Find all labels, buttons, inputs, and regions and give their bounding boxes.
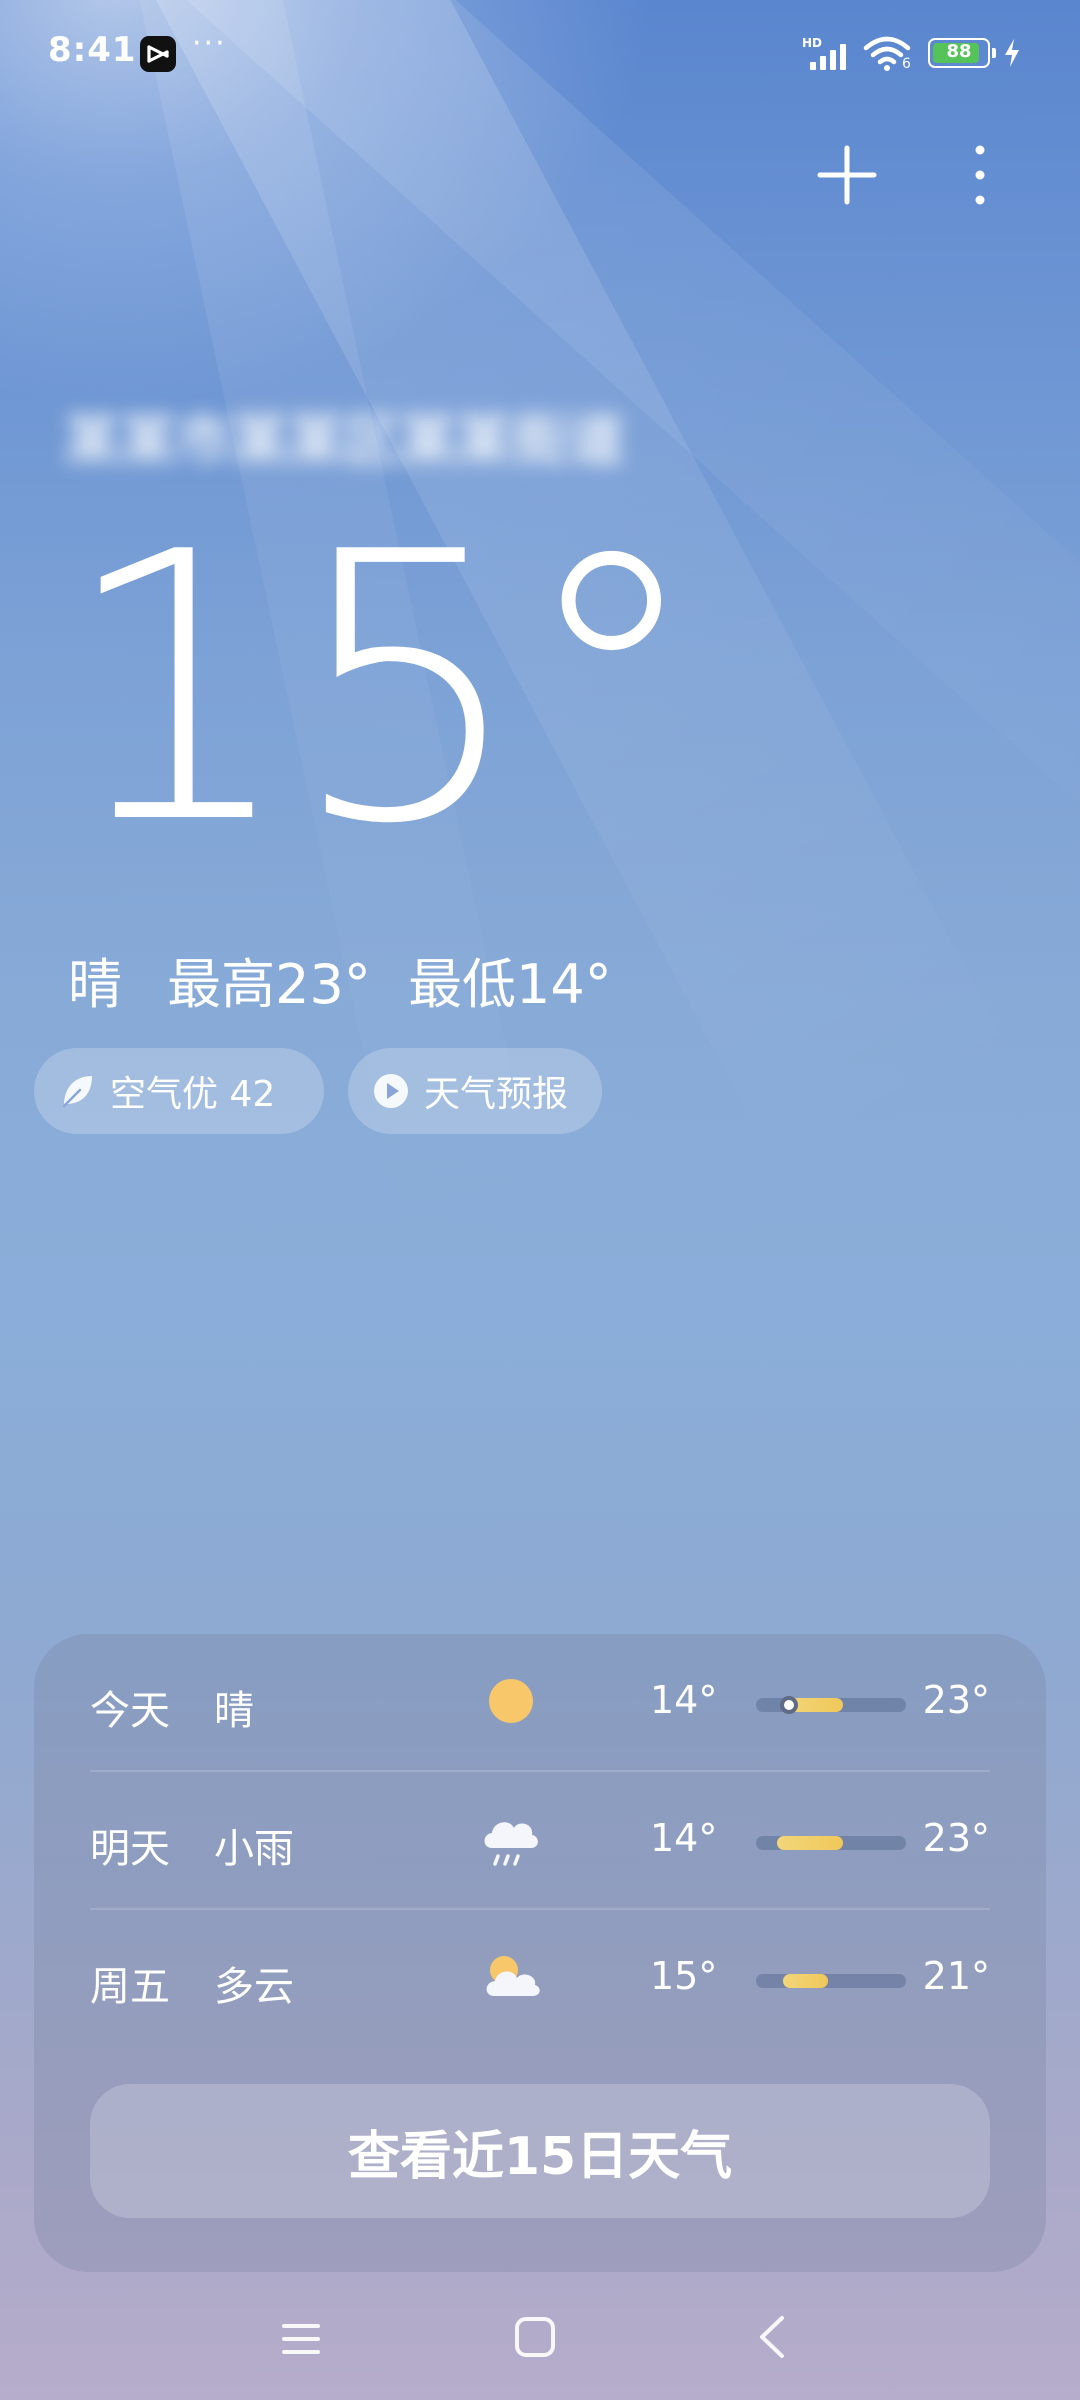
forecast-low: 15° [650, 1954, 718, 1998]
play-icon [374, 1074, 408, 1108]
temperature-range-bar [756, 1696, 906, 1714]
temperature-range-fill [783, 1974, 828, 1988]
condition-summary: 晴 最高23° 最低14° [68, 940, 640, 1019]
current-temperature-marker [780, 1696, 798, 1714]
today-high: 最高23° [167, 953, 371, 1016]
cellular-signal-icon [810, 44, 846, 70]
weather-forecast-label: 天气预报 [424, 1074, 569, 1115]
battery-icon: 88 [928, 38, 990, 68]
charging-bolt-icon [1005, 39, 1019, 67]
forecast-condition: 小雨 [214, 1826, 294, 1872]
forecast-high: 23° [922, 1816, 990, 1860]
location-name[interactable]: 某某市某某区某某街道 [64, 396, 624, 477]
current-condition: 晴 [68, 953, 122, 1016]
weather-screen: 8:41 ··· HD 6 88 某某市某某区某某街道 15° 晴 最高23° … [0, 0, 1080, 2400]
forecast-condition: 多云 [214, 1964, 294, 2010]
back-icon[interactable] [752, 2312, 792, 2362]
forecast-day: 明天 [90, 1826, 170, 1872]
recent-apps-icon[interactable] [278, 2316, 324, 2362]
system-navigation-bar [0, 2280, 1080, 2400]
today-low: 最低14° [408, 953, 612, 1016]
more-options-button[interactable] [960, 140, 1000, 210]
air-quality-chip[interactable]: 空气优 42 [34, 1048, 324, 1134]
wifi-standard-label: 6 [902, 56, 911, 72]
forecast-day: 周五 [90, 1964, 170, 2010]
forecast-row-friday[interactable]: 周五 多云 15° 21° [90, 1910, 990, 2048]
forecast-card: 今天 晴 14° 23° 明天 小雨 14° 23° 周五 多云 15° 21°… [34, 1634, 1046, 2272]
forecast-condition: 晴 [214, 1688, 254, 1734]
forecast-row-today[interactable]: 今天 晴 14° 23° [90, 1634, 990, 1772]
partly-cloudy-icon [486, 1956, 540, 1996]
air-quality-label: 空气优 42 [110, 1074, 276, 1115]
rain-cloud-icon [484, 1822, 538, 1866]
view-15-day-forecast-button[interactable]: 查看近15日天气 [90, 2084, 990, 2218]
status-time: 8:41 [48, 30, 137, 70]
weather-forecast-video-chip[interactable]: 天气预报 [348, 1048, 602, 1134]
forecast-day: 今天 [90, 1688, 170, 1734]
temperature-range-fill [777, 1836, 843, 1850]
capcut-app-icon [140, 36, 176, 72]
add-city-button[interactable] [812, 140, 882, 210]
forecast-low: 14° [650, 1678, 718, 1722]
forecast-low: 14° [650, 1816, 718, 1860]
leaf-icon [62, 1076, 92, 1108]
forecast-high: 23° [922, 1678, 990, 1722]
status-bar: 8:41 ··· HD 6 88 [0, 0, 1080, 110]
temperature-range-bar [756, 1974, 906, 1988]
battery-tip [992, 48, 996, 58]
notification-more-indicator: ··· [192, 26, 227, 61]
sun-icon [489, 1679, 533, 1723]
battery-level: 88 [946, 41, 972, 62]
home-icon[interactable] [512, 2314, 558, 2360]
forecast-row-tomorrow[interactable]: 明天 小雨 14° 23° [90, 1772, 990, 1910]
temperature-range-bar [756, 1836, 906, 1850]
forecast-high: 21° [922, 1954, 990, 1998]
current-temperature: 15° [60, 475, 704, 905]
